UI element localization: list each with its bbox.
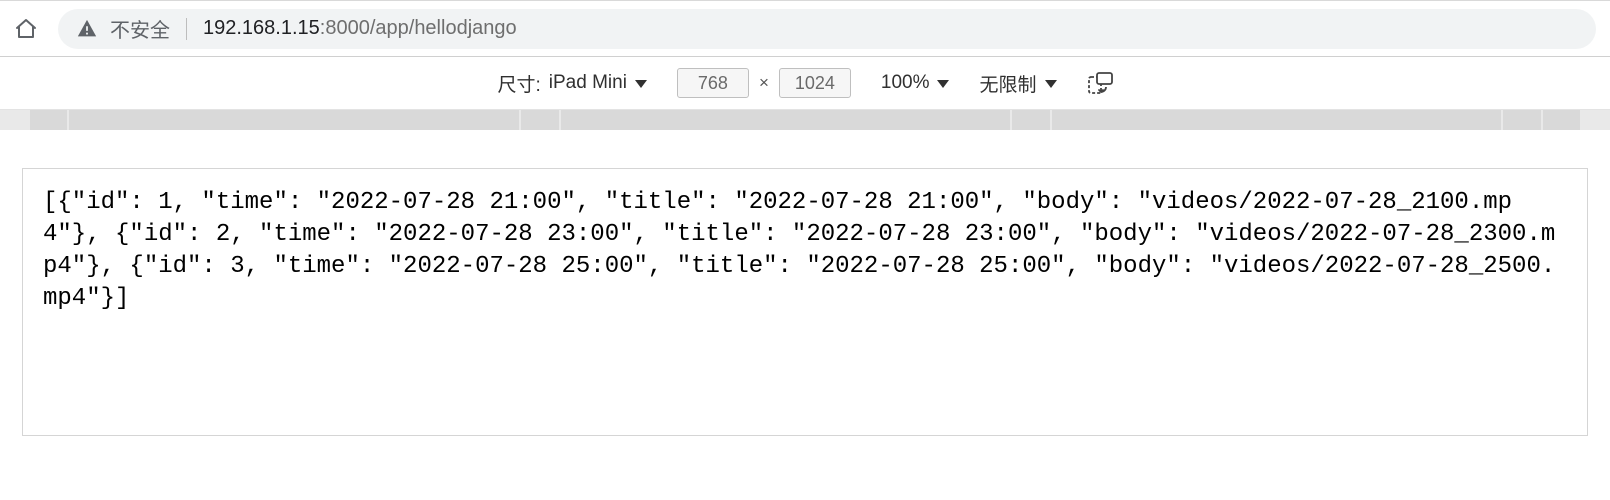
height-input[interactable]: 1024 bbox=[779, 68, 851, 98]
throttling-selector[interactable]: 无限制 bbox=[979, 70, 1056, 97]
browser-toolbar: 不安全 192.168.1.15:8000/app/hellodjango bbox=[0, 0, 1610, 56]
throttling-value: 无限制 bbox=[979, 70, 1036, 97]
chevron-down-icon bbox=[937, 80, 949, 88]
zoom-selector[interactable]: 100% bbox=[881, 72, 950, 94]
page-frame: [{"id": 1, "time": "2022-07-28 21:00", "… bbox=[22, 168, 1588, 436]
width-input[interactable]: 768 bbox=[677, 68, 749, 98]
dimension-inputs: 768 × 1024 bbox=[677, 68, 851, 98]
device-name: iPad Mini bbox=[549, 72, 627, 94]
zoom-value: 100% bbox=[881, 72, 930, 94]
response-body: [{"id": 1, "time": "2022-07-28 21:00", "… bbox=[43, 187, 1567, 315]
home-button[interactable] bbox=[14, 17, 38, 41]
device-toolbar: 尺寸: iPad Mini 768 × 1024 100% 无限制 bbox=[0, 56, 1610, 110]
url-text: 192.168.1.15:8000/app/hellodjango bbox=[203, 17, 517, 40]
url-host: 192.168.1.15 bbox=[203, 17, 320, 39]
dimensions-label: 尺寸: bbox=[498, 70, 541, 97]
not-secure-label: 不安全 bbox=[110, 14, 170, 43]
ruler bbox=[0, 110, 1610, 130]
chevron-down-icon bbox=[635, 80, 647, 88]
url-path: :8000/app/hellodjango bbox=[320, 17, 517, 39]
address-bar[interactable]: 不安全 192.168.1.15:8000/app/hellodjango bbox=[58, 9, 1596, 49]
chevron-down-icon bbox=[1045, 80, 1057, 88]
device-selector[interactable]: 尺寸: iPad Mini bbox=[498, 70, 647, 97]
not-secure-icon bbox=[76, 18, 98, 40]
rotate-button[interactable] bbox=[1087, 72, 1113, 94]
device-viewport: [{"id": 1, "time": "2022-07-28 21:00", "… bbox=[0, 130, 1610, 474]
dimension-x-label: × bbox=[759, 73, 769, 93]
omnibox-divider bbox=[186, 18, 187, 40]
